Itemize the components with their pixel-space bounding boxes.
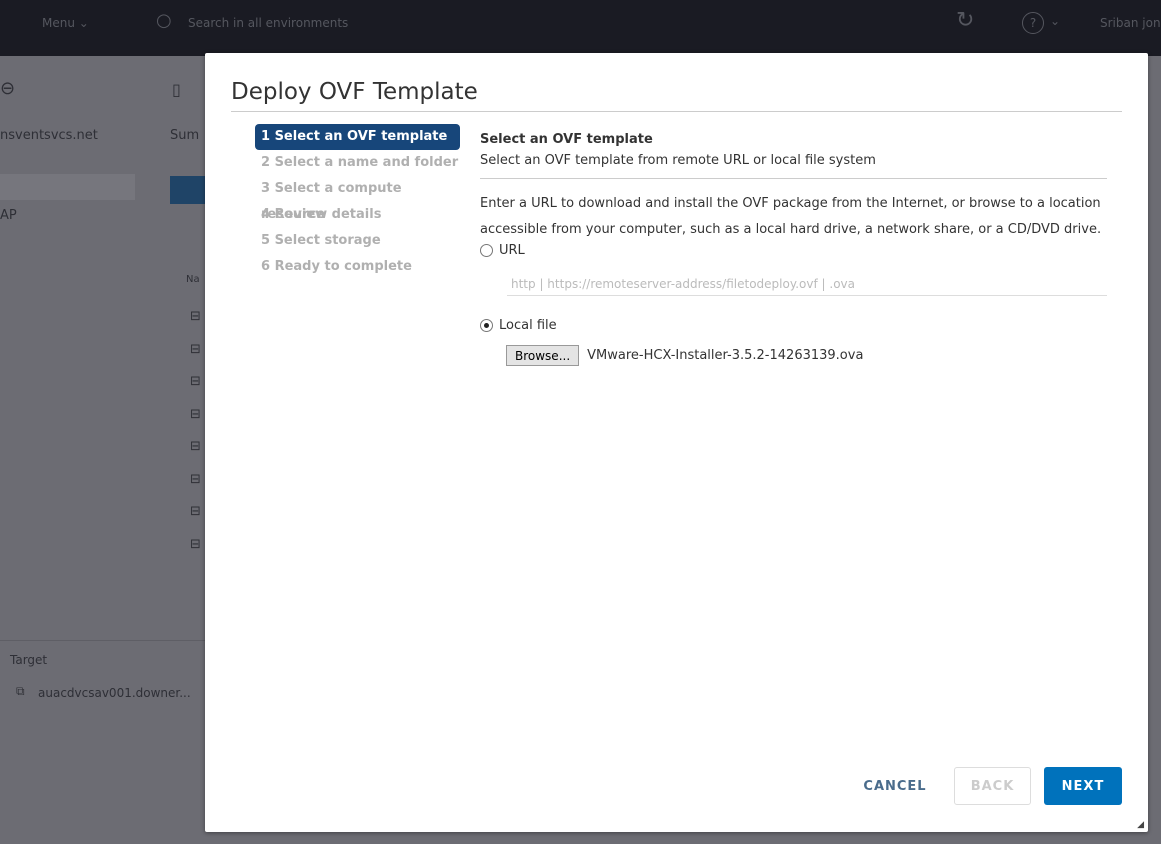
next-button[interactable]: NEXT xyxy=(1044,767,1122,805)
menu-label: Menu xyxy=(42,16,75,30)
local-file-label: Local file xyxy=(499,318,557,333)
step-2: 2 Select a name and folder xyxy=(261,155,459,170)
deploy-ovf-dialog: Deploy OVF Template 1 Select an OVF temp… xyxy=(205,53,1148,832)
file-picker: Browse... VMware-HCX-Installer-3.5.2-142… xyxy=(506,345,1107,366)
radio-unchecked-icon[interactable] xyxy=(480,244,493,257)
step-heading: Select an OVF template xyxy=(480,132,653,147)
cancel-button[interactable]: CANCEL xyxy=(845,767,945,805)
step-4: 4 Review details xyxy=(261,207,382,222)
host-name[interactable]: nsventsvcs.net xyxy=(0,128,98,143)
step-5: 5 Select storage xyxy=(261,233,381,248)
url-input[interactable]: http | https://remoteserver-address/file… xyxy=(507,272,1107,296)
local-file-radio[interactable]: Local file xyxy=(480,318,1107,333)
selected-file-name: VMware-HCX-Installer-3.5.2-14263139.ova xyxy=(587,348,864,363)
search-icon: ○ xyxy=(156,10,172,31)
target-icon: ⧉ xyxy=(16,684,25,698)
refresh-icon[interactable]: ↻ xyxy=(956,8,974,33)
host-icon: ⊖ xyxy=(0,78,16,99)
back-button[interactable]: BACK xyxy=(954,767,1031,805)
user-menu[interactable]: Sriban jon xyxy=(1100,16,1161,30)
action-button[interactable] xyxy=(170,176,210,204)
url-label: URL xyxy=(499,243,525,258)
summary-tab[interactable]: Sum xyxy=(170,128,199,143)
divider xyxy=(0,640,205,641)
vm-icons: ⊟ ⊟ ⊟ ⊟ ⊟ ⊟ ⊟ ⊟ xyxy=(190,309,201,552)
menu-button[interactable]: Menu ⌄ xyxy=(42,16,89,30)
browse-button[interactable]: Browse... xyxy=(506,345,580,366)
help-icon[interactable]: ? xyxy=(1022,12,1044,34)
chevron-down-icon: ⌄ xyxy=(1050,14,1061,28)
divider xyxy=(480,178,1107,179)
wizard-steps: 1 Select an OVF template 2 Select a name… xyxy=(255,124,460,280)
top-nav-bar: Menu ⌄ ○ Search in all environments ↻ ? … xyxy=(0,0,1161,56)
description: Enter a URL to download and install the … xyxy=(480,196,1102,237)
step-1[interactable]: 1 Select an OVF template xyxy=(255,124,460,150)
resize-handle-icon[interactable]: ◢ xyxy=(1137,820,1144,830)
step-content: Select an OVF template Select an OVF tem… xyxy=(480,132,1107,366)
step-3: 3 Select a compute resource xyxy=(261,181,402,222)
search-input[interactable]: Search in all environments xyxy=(188,16,348,30)
step-subheading: Select an OVF template from remote URL o… xyxy=(480,153,876,168)
step-6: 6 Ready to complete xyxy=(261,259,412,274)
target-header: Target xyxy=(10,653,48,667)
tree-item[interactable]: AP xyxy=(0,208,17,223)
radio-checked-icon[interactable] xyxy=(480,319,493,332)
dialog-title: Deploy OVF Template xyxy=(231,79,478,105)
selected-tree-row[interactable] xyxy=(0,174,135,200)
page-icon: ▯ xyxy=(172,80,181,99)
divider xyxy=(231,111,1122,112)
name-column-header: Na xyxy=(186,274,200,285)
url-radio[interactable]: URL xyxy=(480,243,1107,258)
target-value[interactable]: auacdvcsav001.downer... xyxy=(38,686,191,700)
